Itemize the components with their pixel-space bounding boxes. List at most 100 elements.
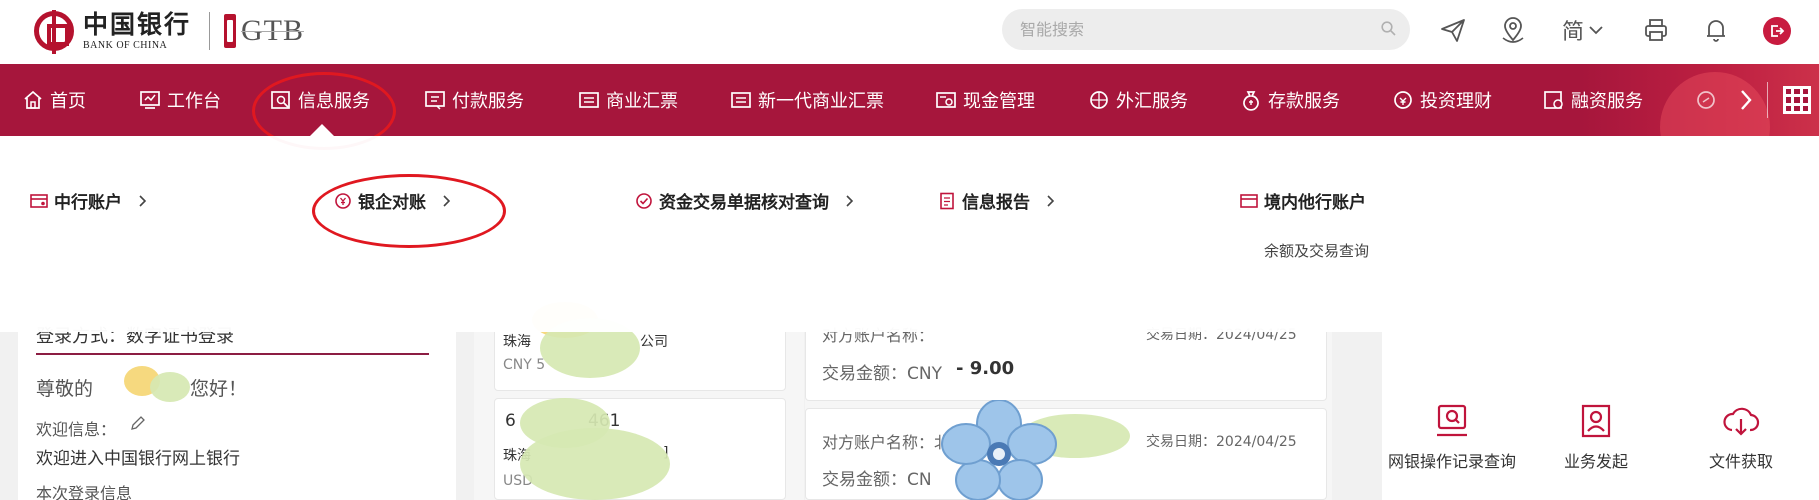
privacy-mask — [520, 428, 670, 500]
nav-item-label: 商业汇票 — [606, 91, 678, 112]
account-card-icon — [30, 192, 48, 210]
nav-divider — [1767, 82, 1768, 118]
nav-item-label: 信息服务 — [298, 91, 370, 112]
forex-icon — [1088, 89, 1110, 111]
bill-icon — [730, 89, 752, 111]
gtb-logo-icon — [224, 14, 237, 48]
nav-item-label: 外汇服务 — [1116, 91, 1188, 112]
dropdown-item-bank-enterprise-reconciliation[interactable]: 银企对账 — [334, 188, 452, 213]
dropdown-item-label: 境内他行账户 — [1264, 193, 1366, 213]
transaction-date: 交易日期：2024/04/25 — [1146, 434, 1297, 450]
privacy-mask — [150, 372, 190, 402]
nav-item-label: 首页 — [50, 91, 86, 112]
other-bank-card-icon — [1240, 192, 1258, 210]
document-check-icon — [635, 192, 653, 210]
gtb-label: GTB — [241, 14, 305, 47]
quick-action-business-start[interactable]: 业务发起 — [1521, 402, 1671, 472]
language-label: 简 — [1562, 20, 1585, 45]
invest-icon — [1392, 89, 1414, 111]
nav-item-deposit[interactable]: 存款服务 — [1240, 64, 1340, 136]
account-number-prefix: 6 — [505, 411, 516, 431]
greeting-prefix: 尊敬的 — [36, 378, 94, 400]
dropdown-item-label: 资金交易单据核对查询 — [659, 193, 829, 213]
greeting-suffix: 您好！ — [190, 378, 248, 400]
dropdown-item-label: 银企对账 — [358, 193, 426, 213]
chevron-right-icon[interactable] — [1735, 86, 1757, 114]
search-box[interactable] — [1002, 9, 1410, 50]
nav-item-cash-management[interactable]: 现金管理 — [935, 64, 1035, 136]
chevron-right-icon — [1046, 194, 1056, 208]
send-icon[interactable] — [1437, 14, 1469, 46]
info-service-dropdown: 中行账户 银企对账 资金交易单据核对查询 信息报告 境内他行账户 — [0, 136, 1819, 332]
dropdown-item-boc-account[interactable]: 中行账户 — [30, 188, 148, 213]
quick-action-file-download[interactable]: 文件获取 — [1666, 402, 1816, 472]
logo-divider — [209, 12, 211, 50]
nav-item-financing[interactable]: 融资服务 — [1543, 64, 1643, 136]
quick-action-label: 业务发起 — [1563, 452, 1628, 471]
dropdown-caret — [310, 124, 334, 136]
bill-icon — [578, 89, 600, 111]
nav-item-workbench[interactable]: 工作台 — [139, 64, 221, 136]
search-input[interactable] — [1002, 9, 1362, 50]
quick-action-record-search[interactable]: 网银操作记录查询 — [1377, 402, 1527, 472]
link-icon[interactable] — [1695, 64, 1717, 136]
reconcile-icon — [334, 192, 352, 210]
account-currency: CNY 5 — [503, 357, 546, 373]
top-header: 中国银行 BANK OF CHINA GTB 简 — [0, 0, 1819, 64]
chevron-right-icon — [138, 194, 148, 208]
nav-item-forex[interactable]: 外汇服务 — [1088, 64, 1188, 136]
payment-icon — [424, 89, 446, 111]
nav-item-label: 付款服务 — [452, 91, 524, 112]
dropdown-item-info-report[interactable]: 信息报告 — [938, 188, 1056, 213]
location-icon[interactable] — [1497, 14, 1529, 46]
report-icon — [938, 192, 956, 210]
nav-item-label: 新一代商业汇票 — [758, 91, 884, 112]
bank-logo[interactable]: 中国银行 BANK OF CHINA GTB — [34, 8, 304, 54]
nav-item-label: 融资服务 — [1571, 91, 1643, 112]
amount-label: 交易金额：CNY — [822, 364, 942, 384]
nav-item-commercial-bill[interactable]: 商业汇票 — [578, 64, 678, 136]
cash-icon — [935, 89, 957, 111]
quick-action-label: 文件获取 — [1708, 452, 1773, 471]
home-icon — [22, 89, 44, 111]
welcome-label: 欢迎信息： — [36, 420, 117, 439]
bank-name-en: BANK OF CHINA — [83, 39, 168, 51]
language-selector[interactable]: 简 — [1562, 14, 1604, 46]
nav-item-label: 现金管理 — [963, 91, 1035, 112]
deposit-icon — [1240, 89, 1262, 111]
nav-item-new-commercial-bill[interactable]: 新一代商业汇票 — [730, 64, 884, 136]
privacy-mask — [940, 399, 1058, 500]
counterparty-label: 对方账户名称：北 — [822, 433, 951, 452]
nav-item-label: 工作台 — [167, 91, 221, 112]
nav-item-label: 存款服务 — [1268, 91, 1340, 112]
monitor-icon — [139, 89, 161, 111]
nav-item-payment[interactable]: 付款服务 — [424, 64, 524, 136]
dropdown-item-trade-document-query[interactable]: 资金交易单据核对查询 — [635, 188, 855, 213]
bank-name-cn: 中国银行 — [83, 9, 192, 39]
bell-icon[interactable] — [1700, 14, 1732, 46]
file-download-icon — [1722, 402, 1760, 440]
pencil-icon[interactable] — [130, 415, 146, 431]
chevron-down-icon — [1588, 25, 1604, 35]
balance-transaction-query-link[interactable]: 余额及交易查询 — [1264, 240, 1369, 261]
login-info-link[interactable]: 本次登录信息 — [36, 480, 132, 500]
printer-icon[interactable] — [1640, 14, 1672, 46]
amount-label: 交易金额：CN — [822, 470, 932, 490]
search-icon[interactable] — [1381, 21, 1396, 36]
dropdown-item-other-bank-account[interactable]: 境内他行账户 — [1240, 188, 1366, 213]
business-start-icon — [1577, 402, 1615, 440]
amount-value: - 9.00 — [956, 358, 1015, 379]
chevron-right-icon — [845, 194, 855, 208]
divider — [36, 353, 429, 355]
main-nav: 首页 工作台 信息服务 付款服务 商业汇票 新一代商业汇票 现金管理 外汇服务 … — [0, 64, 1819, 136]
logout-icon[interactable] — [1763, 17, 1791, 45]
dropdown-item-label: 信息报告 — [962, 193, 1030, 213]
finance-icon — [1543, 89, 1565, 111]
nav-item-home[interactable]: 首页 — [22, 64, 86, 136]
account-name-suffix: 公司 — [640, 334, 668, 350]
grid-menu-icon[interactable] — [1783, 86, 1811, 114]
nav-item-investment[interactable]: 投资理财 — [1392, 64, 1492, 136]
dropdown-item-label: 中行账户 — [54, 193, 122, 213]
info-search-icon — [270, 89, 292, 111]
account-name-prefix: 珠海 — [503, 334, 531, 350]
